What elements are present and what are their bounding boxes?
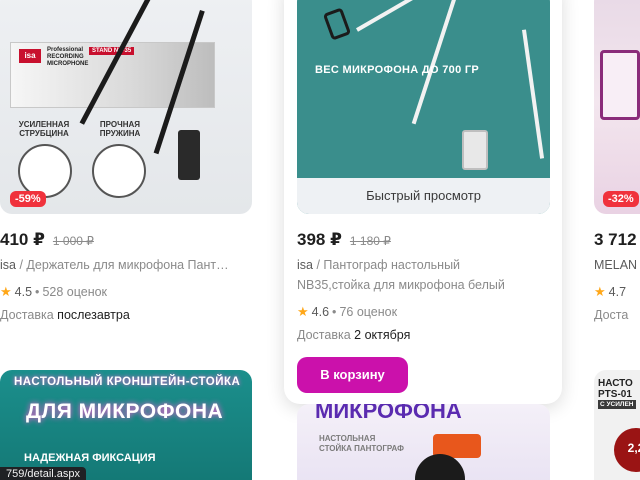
product-title[interactable]: isa / Пантограф настольный [297,255,550,275]
brand-name[interactable]: MELAN [594,258,637,272]
delivery-info: Доставка 2 октября [297,328,410,342]
image-caption: МИКРОФОНА [315,404,462,423]
stand-arm-graphic [522,29,545,159]
delivery-info: Доставка послезавтра [0,308,130,322]
dot-separator: • [35,285,40,299]
brand-name[interactable]: isa [0,258,16,272]
star-icon: ★ [594,284,606,299]
old-price: 1 180 ₽ [349,234,391,248]
rating-value: 4.5 [14,285,33,299]
banner-stand-label: STAND NB-35 [89,47,135,55]
stand-arm-graphic [411,0,459,125]
rating-value: 4.6 [311,305,330,319]
star-icon: ★ [0,284,12,299]
mic-holder-graphic [322,7,352,41]
delivery-label: Доставка [297,328,351,342]
add-to-cart-button[interactable]: В корзину [297,357,408,393]
product-image-3[interactable] [594,0,640,214]
delivery-label: Доста [594,308,629,322]
image-caption: ВЕС МИКРОФОНА ДО 700 ГР [315,64,480,76]
product-name[interactable]: / Пантограф настольный [313,258,460,272]
discount-badge: -59% [10,191,46,207]
product-title[interactable]: isa / Держатель для микрофона Пант… [0,255,252,275]
product-image-5[interactable]: МИКРОФОНА НАСТОЛЬНАЯ СТОЙКА ПАНТОГРАФ [297,404,550,480]
image-caption: НАДЕЖНАЯ ФИКСАЦИЯ [24,452,156,464]
clamp-detail-image [18,144,72,198]
image-caption: PTS-01 [598,389,632,400]
old-price: 1 000 ₽ [52,234,94,248]
brand-logo: isa [19,49,41,63]
feature-label-spring: ПРОЧНАЯ ПРУЖИНА [99,120,141,138]
product-image-6[interactable]: НАСТО PTS-01 С УСИЛЕН 2,2 [594,370,640,480]
price-row: 398 ₽ 1 180 ₽ [297,230,391,250]
feature-label-clamp: УСИЛЕННАЯ СТРУБЦИНА [18,120,70,138]
price: 3 712 [594,230,637,249]
image-caption: НАСТО [598,378,633,389]
rating: ★ 4.5 • 528 оценок [0,284,107,300]
image-caption: НАСТОЛЬНАЯ СТОЙКА ПАНТОГРАФ [319,434,404,453]
rating-value: 4.7 [608,285,627,299]
clamp-graphic [462,130,488,170]
price: 410 ₽ [0,230,45,249]
product-name[interactable]: / Держатель для микрофона Пант… [16,258,228,272]
discount-badge: -32% [603,191,639,207]
product-title[interactable]: MELAN [594,255,640,275]
image-caption: ДЛЯ МИКРОФОНА [26,400,224,423]
rating: ★ 4.6 • 76 оценок [297,304,397,320]
banner-text: Professional RECORDING MICROPHONE [47,47,89,67]
reviews-count[interactable]: 76 оценок [339,305,397,319]
spring-detail-image [92,144,146,198]
image-caption: НАСТОЛЬНЫЙ КРОНШТЕЙН-СТОЙКА [14,376,241,388]
reviews-count[interactable]: 528 оценок [42,285,107,299]
product-image-4[interactable]: НАСТОЛЬНЫЙ КРОНШТЕЙН-СТОЙКА ДЛЯ МИКРОФОН… [0,370,252,480]
product-title-line2[interactable]: NB35,стойка для микрофона белый [297,275,550,295]
price: 398 ₽ [297,230,342,249]
rating: ★ 4.7 [594,284,626,300]
image-badge: 2,2 [614,428,640,472]
price-row: 410 ₽ 1 000 ₽ [0,230,94,250]
delivery-info: Доста [594,308,628,322]
brand-name[interactable]: isa [297,258,313,272]
star-icon: ★ [297,304,309,319]
price-row: 3 712 [594,230,637,250]
image-caption: С УСИЛЕН [598,400,636,409]
delivery-label: Доставка [0,308,54,322]
rack-graphic [600,50,640,120]
dot-separator: • [332,305,337,319]
clamp-graphic [178,130,200,180]
product-grid: isa Professional RECORDING MICROPHONE ST… [0,0,640,480]
delivery-date: 2 октября [354,328,411,342]
product-image-1[interactable]: isa Professional RECORDING MICROPHONE ST… [0,0,252,214]
delivery-date: послезавтра [57,308,130,322]
quick-view-button[interactable]: Быстрый просмотр [297,178,550,214]
product-banner: isa Professional RECORDING MICROPHONE ST… [10,42,215,108]
status-bar-url: 759/detail.aspx [0,467,86,480]
